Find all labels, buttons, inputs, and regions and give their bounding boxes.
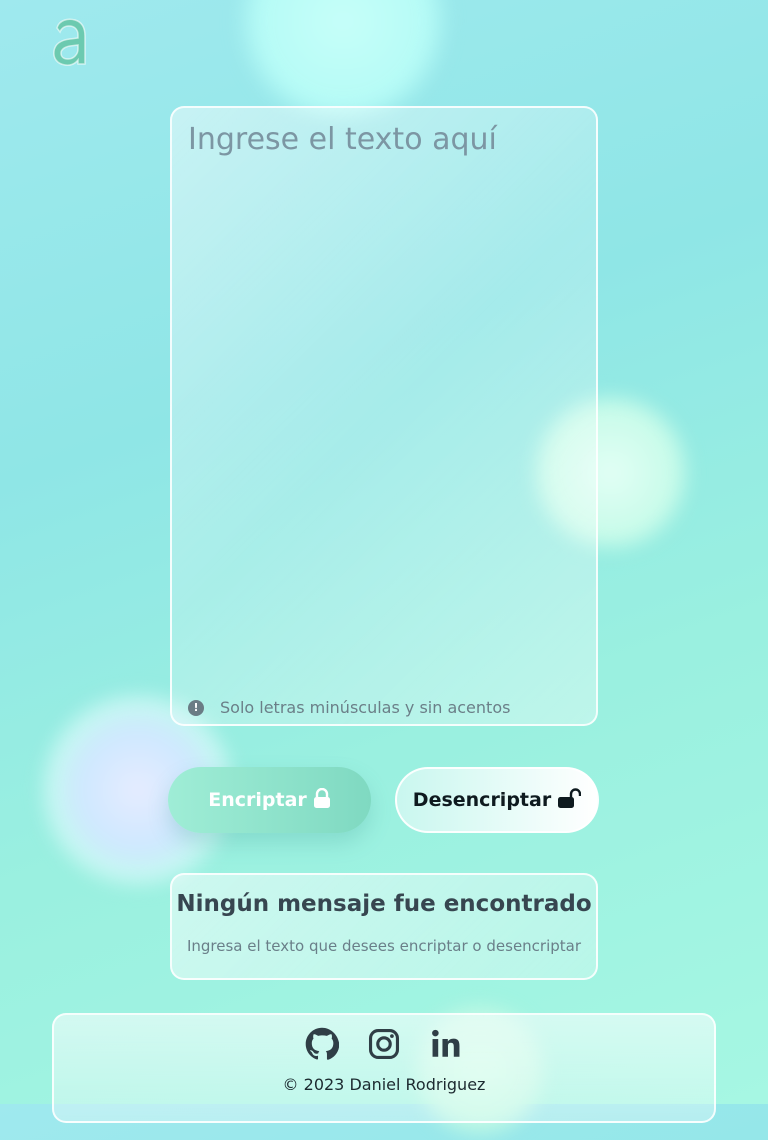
text-input[interactable] [186, 120, 586, 664]
instagram-icon[interactable] [367, 1027, 401, 1061]
decrypt-label: Desencriptar [412, 789, 552, 811]
exclamation-circle-icon: ! [188, 699, 204, 716]
github-icon[interactable] [305, 1027, 340, 1061]
background-blob [228, 0, 458, 120]
copyright-text: © 2023 Daniel Rodriguez [282, 1075, 486, 1094]
linkedin-icon[interactable] [429, 1027, 463, 1061]
result-subtitle: Ingresa el texto que desees encriptar o … [186, 937, 582, 955]
encrypt-label: Encriptar [208, 789, 307, 811]
decrypt-button[interactable]: Desencriptar [395, 767, 599, 833]
text-input-card: ! Solo letras minúsculas y sin acentos [170, 106, 598, 726]
hint-text: Solo letras minúsculas y sin acentos [220, 698, 511, 717]
input-hint: ! Solo letras minúsculas y sin acentos [188, 698, 510, 717]
unlock-icon [557, 787, 582, 813]
result-title: Ningún mensaje fue encontrado [176, 891, 592, 917]
encrypt-button[interactable]: Encriptar [168, 767, 371, 833]
social-links [54, 1027, 714, 1061]
lock-icon [313, 787, 331, 813]
footer: © 2023 Daniel Rodriguez [52, 1013, 716, 1123]
result-panel: Ningún mensaje fue encontrado Ingresa el… [170, 873, 598, 980]
logo[interactable] [48, 14, 92, 70]
